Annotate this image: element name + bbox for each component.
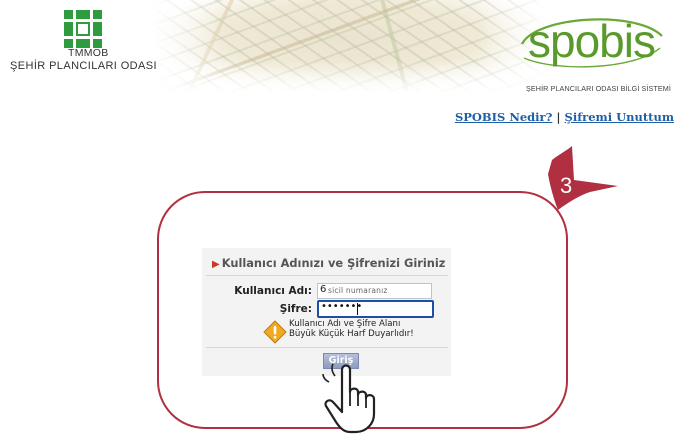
username-label: Kullanıcı Adı:	[234, 285, 312, 297]
password-label: Şifre:	[279, 303, 312, 315]
step-arrow-icon	[548, 146, 618, 210]
app-logo-text: spobis	[528, 15, 656, 67]
top-links: SPOBIS Nedir? | Şifremi Unuttum	[455, 110, 674, 124]
username-value: 6	[320, 284, 327, 295]
text-caret	[357, 303, 358, 315]
org-full-name: ŞEHİR PLANCILARI ODASI	[10, 60, 157, 72]
app-subtitle: ŞEHİR PLANCILARI ODASI BİLGİ SİSTEMİ	[526, 84, 671, 92]
username-placeholder: sicil numaranız	[328, 286, 388, 295]
step-number: 3	[560, 173, 573, 198]
link-separator: |	[556, 110, 561, 124]
pointer-hand-icon	[322, 363, 376, 434]
forgot-password-link[interactable]: Şifremi Unuttum	[565, 110, 674, 124]
title-arrow-icon: ▶	[212, 259, 220, 270]
warning-icon	[263, 320, 287, 344]
site-header: TMMOB ŞEHİR PLANCILARI ODASI spobis ŞEHİ…	[0, 0, 688, 92]
what-is-spobis-link[interactable]: SPOBIS Nedir?	[455, 110, 552, 124]
case-sensitivity-warning: Kullanıcı Adı ve Şifre Alanı Büyük Küçük…	[289, 319, 414, 339]
login-title: ▶ Kullanıcı Adınızı ve Şifrenizi Giriniz	[212, 256, 446, 270]
tmmob-logo-icon	[64, 10, 102, 48]
divider	[206, 347, 448, 348]
org-short-name: TMMOB	[68, 47, 109, 59]
divider	[206, 275, 448, 276]
